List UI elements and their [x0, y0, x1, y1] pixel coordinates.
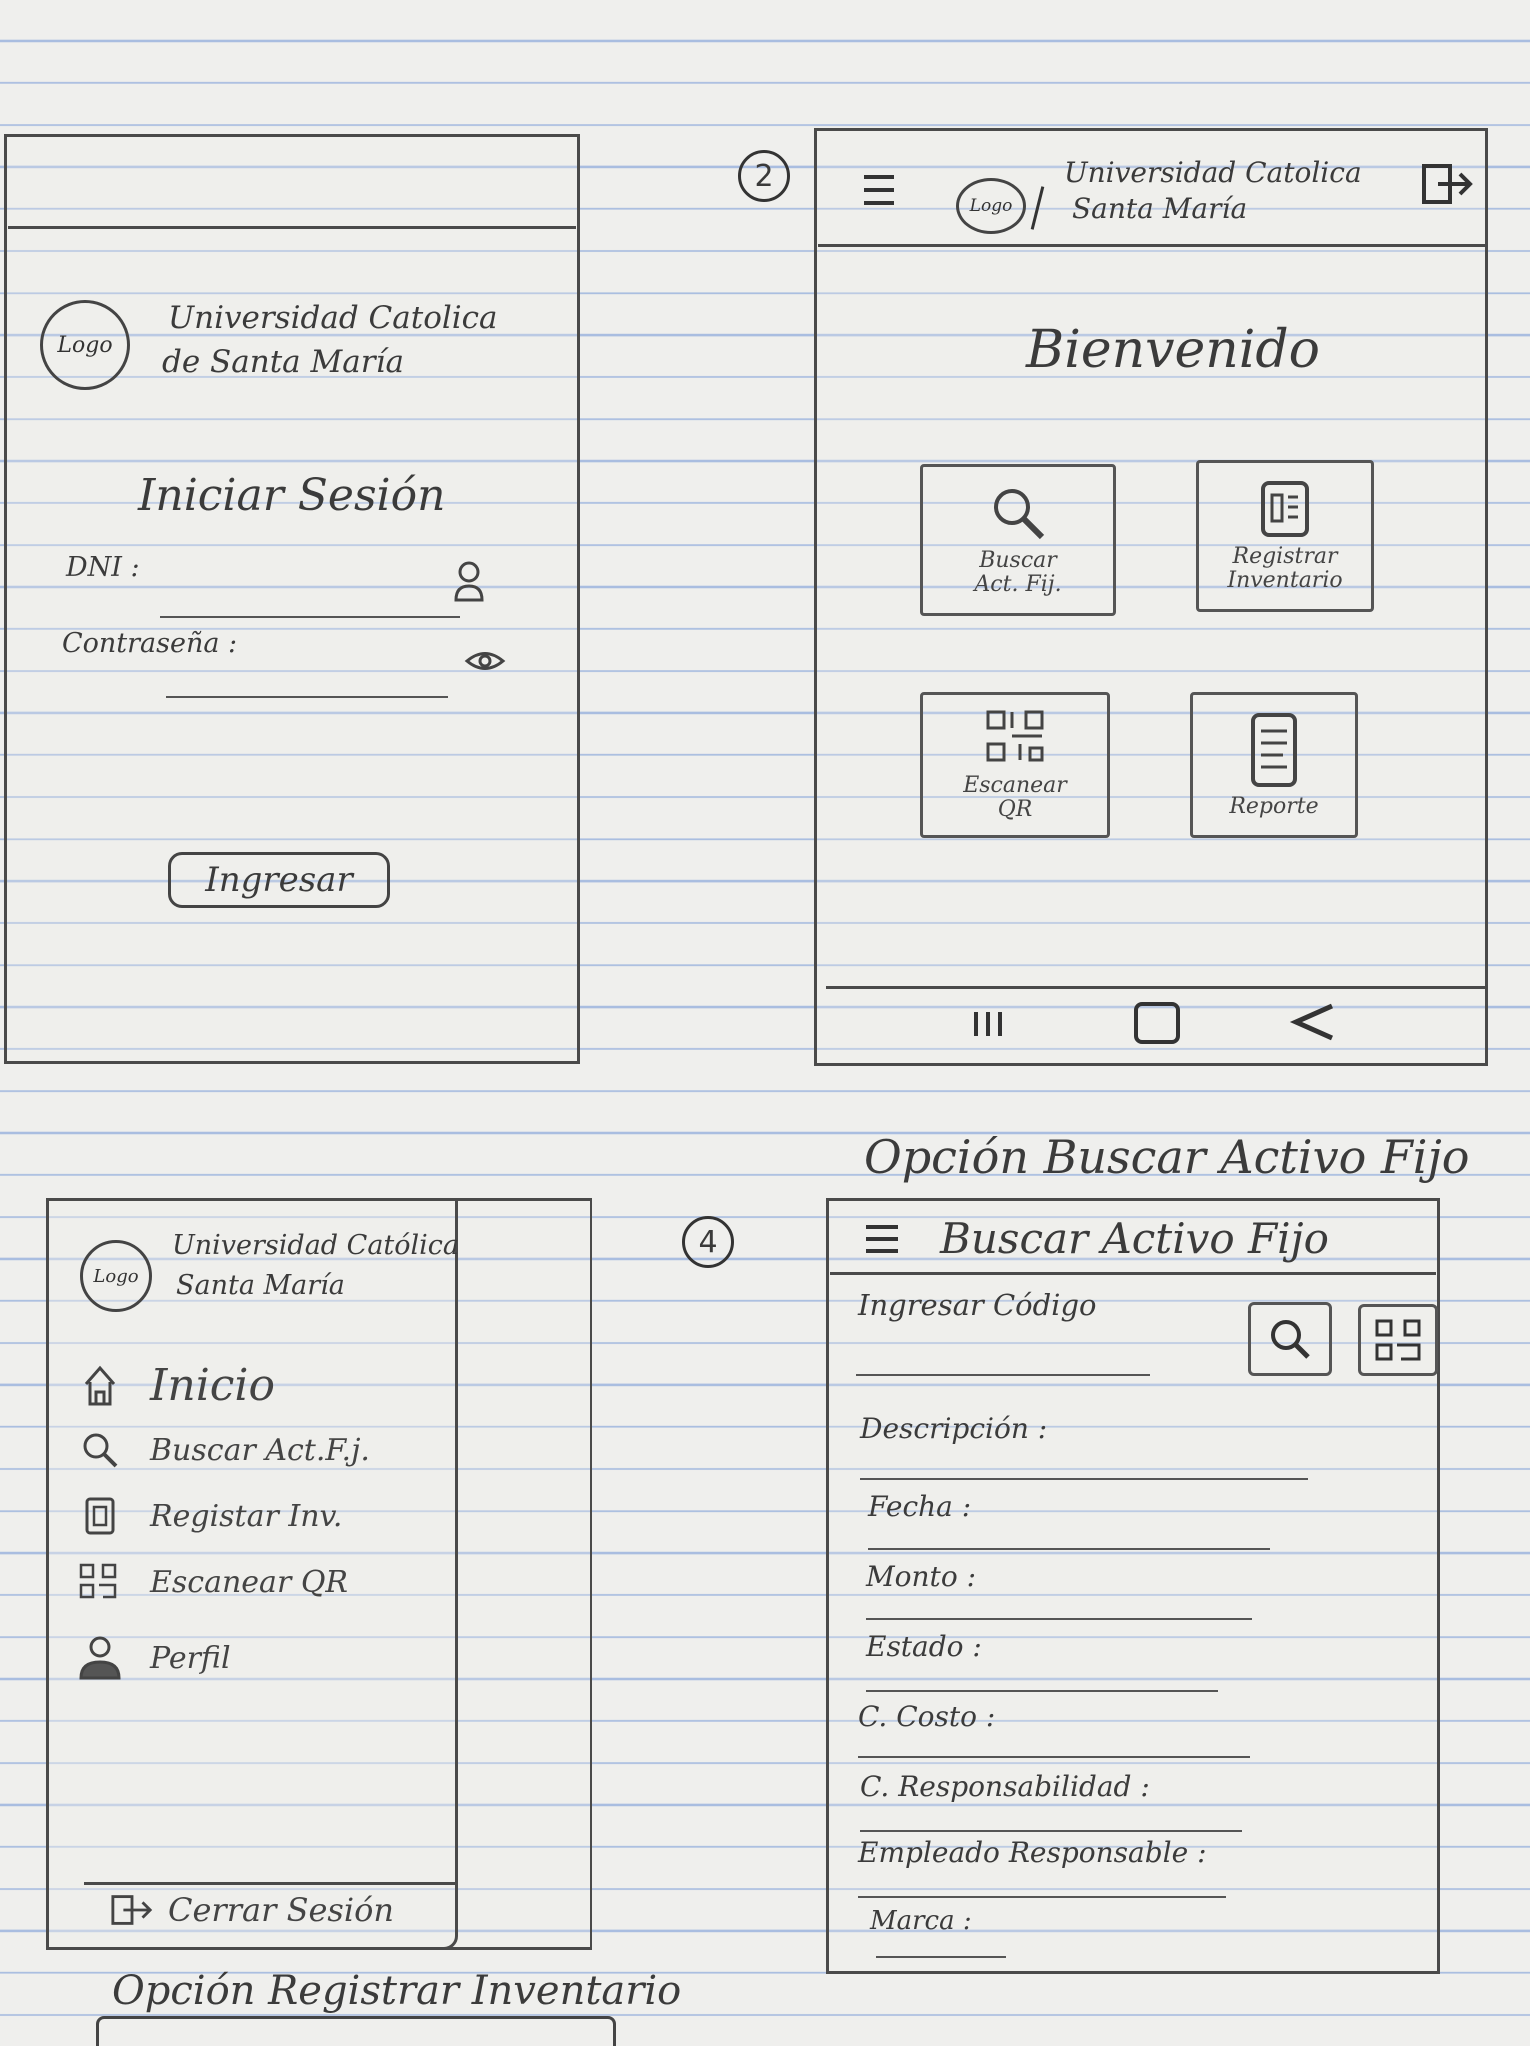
drawer-university-line1: Universidad Católica — [172, 1230, 460, 1261]
field-label: Fecha : — [868, 1490, 972, 1523]
home-icon — [78, 1364, 122, 1408]
dni-input[interactable] — [160, 616, 460, 618]
user-icon — [78, 1636, 122, 1680]
home-screen — [814, 128, 1488, 1066]
logout-icon — [110, 1888, 154, 1932]
university-logo: Logo — [40, 300, 130, 390]
menu-item-label: Escanear QR — [150, 1564, 349, 1600]
field-label: Estado : — [866, 1630, 982, 1663]
tile-escanear-qr[interactable]: Escanear QR — [920, 692, 1110, 838]
field-input[interactable] — [866, 1618, 1252, 1620]
back-icon[interactable] — [1288, 998, 1338, 1044]
document-icon — [78, 1494, 122, 1538]
next-screen-frame-top — [96, 2016, 616, 2046]
tile-label: Reporte — [1229, 794, 1319, 819]
field-input[interactable] — [860, 1830, 1242, 1832]
header-university-line1: Universidad Catolica — [1064, 156, 1362, 189]
password-input[interactable] — [166, 696, 448, 698]
header-university-line2: Santa María — [1072, 192, 1248, 225]
hamburger-menu-icon[interactable] — [864, 1222, 900, 1256]
tile-reporte[interactable]: Reporte — [1190, 692, 1358, 838]
menu-item-label: Inicio — [150, 1360, 275, 1411]
field-input[interactable] — [868, 1548, 1270, 1550]
document-icon — [1257, 479, 1313, 539]
tile-registrar-inventario[interactable]: Registrar Inventario — [1196, 460, 1374, 612]
password-label: Contraseña : — [62, 628, 238, 659]
drawer-logo-text: Logo — [93, 1265, 139, 1287]
field-label: C. Costo : — [858, 1700, 996, 1733]
user-icon — [452, 560, 486, 604]
menu-item-buscar[interactable]: Buscar Act.F.j. — [78, 1428, 370, 1472]
code-label: Ingresar Código — [858, 1288, 1097, 1322]
field-input[interactable] — [876, 1956, 1006, 1958]
menu-item-perfil[interactable]: Perfil — [78, 1636, 231, 1680]
search-header-divider — [830, 1272, 1436, 1275]
code-input[interactable] — [856, 1374, 1150, 1376]
home-nav-icon[interactable] — [1134, 1002, 1180, 1044]
page-title: Buscar Activo Fijo — [940, 1214, 1329, 1263]
menu-item-label: Registar Inv. — [150, 1498, 343, 1534]
login-header-divider — [8, 226, 576, 229]
university-name-line2: de Santa María — [162, 344, 404, 380]
menu-item-label: Buscar Act.F.j. — [150, 1432, 370, 1468]
section-caption: Opción Buscar Activo Fijo — [864, 1130, 1470, 1184]
qr-icon — [78, 1560, 122, 1604]
drawer-logo: Logo — [80, 1240, 152, 1312]
welcome-heading: Bienvenido — [1026, 320, 1320, 380]
home-header-divider — [818, 244, 1486, 247]
search-icon — [1271, 1320, 1310, 1359]
field-label: Monto : — [866, 1560, 977, 1593]
menu-item-label: Perfil — [150, 1640, 231, 1676]
logout-icon[interactable] — [1420, 160, 1476, 208]
tile-buscar-activo[interactable]: Buscar Act. Fij. — [920, 464, 1116, 616]
university-name-line1: Universidad Catolica — [168, 300, 498, 336]
tile-label: Escanear QR — [963, 773, 1067, 822]
logout-button[interactable]: Cerrar Sesión — [110, 1888, 394, 1932]
screen-number: 2 — [754, 158, 774, 194]
search-icon — [986, 483, 1050, 543]
page-title: Iniciar Sesión — [138, 470, 446, 521]
scan-qr-button[interactable] — [1358, 1304, 1438, 1376]
tile-label: Registrar Inventario — [1227, 544, 1343, 593]
logo-text: Logo — [57, 332, 113, 358]
qr-icon — [984, 708, 1046, 766]
header-logo: Logo — [956, 178, 1026, 234]
drawer-footer-divider — [84, 1882, 456, 1885]
menu-item-inicio[interactable]: Inicio — [78, 1360, 275, 1411]
field-label: Marca : — [870, 1906, 972, 1936]
logout-label: Cerrar Sesión — [168, 1891, 394, 1929]
tile-label: Buscar Act. Fij. — [974, 548, 1062, 597]
menu-item-registrar[interactable]: Registar Inv. — [78, 1494, 342, 1538]
screen-number-badge: 2 — [738, 150, 790, 202]
field-input[interactable] — [860, 1478, 1308, 1480]
hamburger-menu-icon[interactable] — [862, 172, 896, 208]
next-section-caption: Opción Registrar Inventario — [112, 1968, 682, 2014]
field-input[interactable] — [858, 1756, 1250, 1758]
report-icon — [1247, 711, 1301, 789]
dni-label: DNI : — [66, 552, 140, 583]
login-screen — [4, 134, 580, 1064]
drawer-university-line2: Santa María — [176, 1270, 345, 1301]
search-icon — [78, 1428, 122, 1472]
eye-icon[interactable] — [464, 648, 506, 674]
login-button[interactable]: Ingresar — [168, 852, 390, 908]
field-label: Descripción : — [860, 1412, 1048, 1445]
field-input[interactable] — [866, 1690, 1218, 1692]
qr-icon — [1375, 1319, 1421, 1361]
header-logo-text: Logo — [969, 196, 1013, 216]
recent-apps-icon[interactable] — [968, 1006, 1008, 1042]
menu-item-escanear[interactable]: Escanear QR — [78, 1560, 348, 1604]
field-label: C. Responsabilidad : — [860, 1770, 1150, 1803]
field-label: Empleado Responsable : — [858, 1836, 1207, 1869]
screen-number-badge: 4 — [682, 1216, 734, 1268]
field-input[interactable] — [858, 1896, 1226, 1898]
search-button[interactable] — [1248, 1302, 1332, 1376]
screen-number: 4 — [698, 1224, 718, 1260]
nav-bar-divider — [826, 986, 1486, 989]
